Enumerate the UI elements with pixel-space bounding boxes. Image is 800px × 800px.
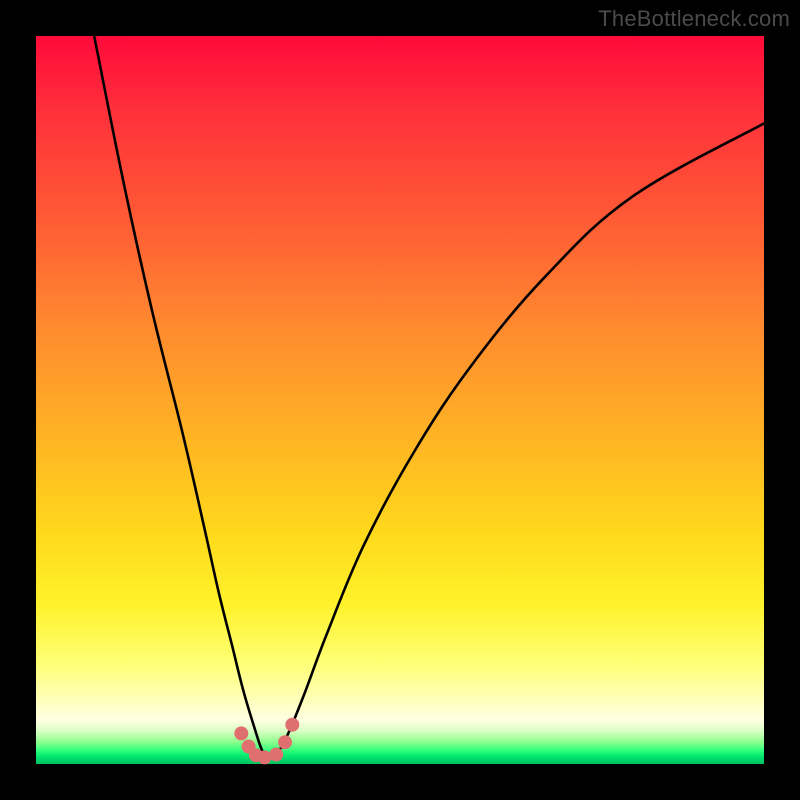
marker-dot bbox=[278, 735, 292, 749]
marker-dot bbox=[269, 748, 283, 762]
bottleneck-curve bbox=[94, 36, 764, 759]
curve-layer bbox=[36, 36, 764, 764]
watermark-text: TheBottleneck.com bbox=[598, 6, 790, 32]
marker-group bbox=[234, 718, 299, 765]
marker-dot bbox=[234, 726, 248, 740]
plot-area bbox=[36, 36, 764, 764]
chart-frame: TheBottleneck.com bbox=[0, 0, 800, 800]
marker-dot bbox=[285, 718, 299, 732]
